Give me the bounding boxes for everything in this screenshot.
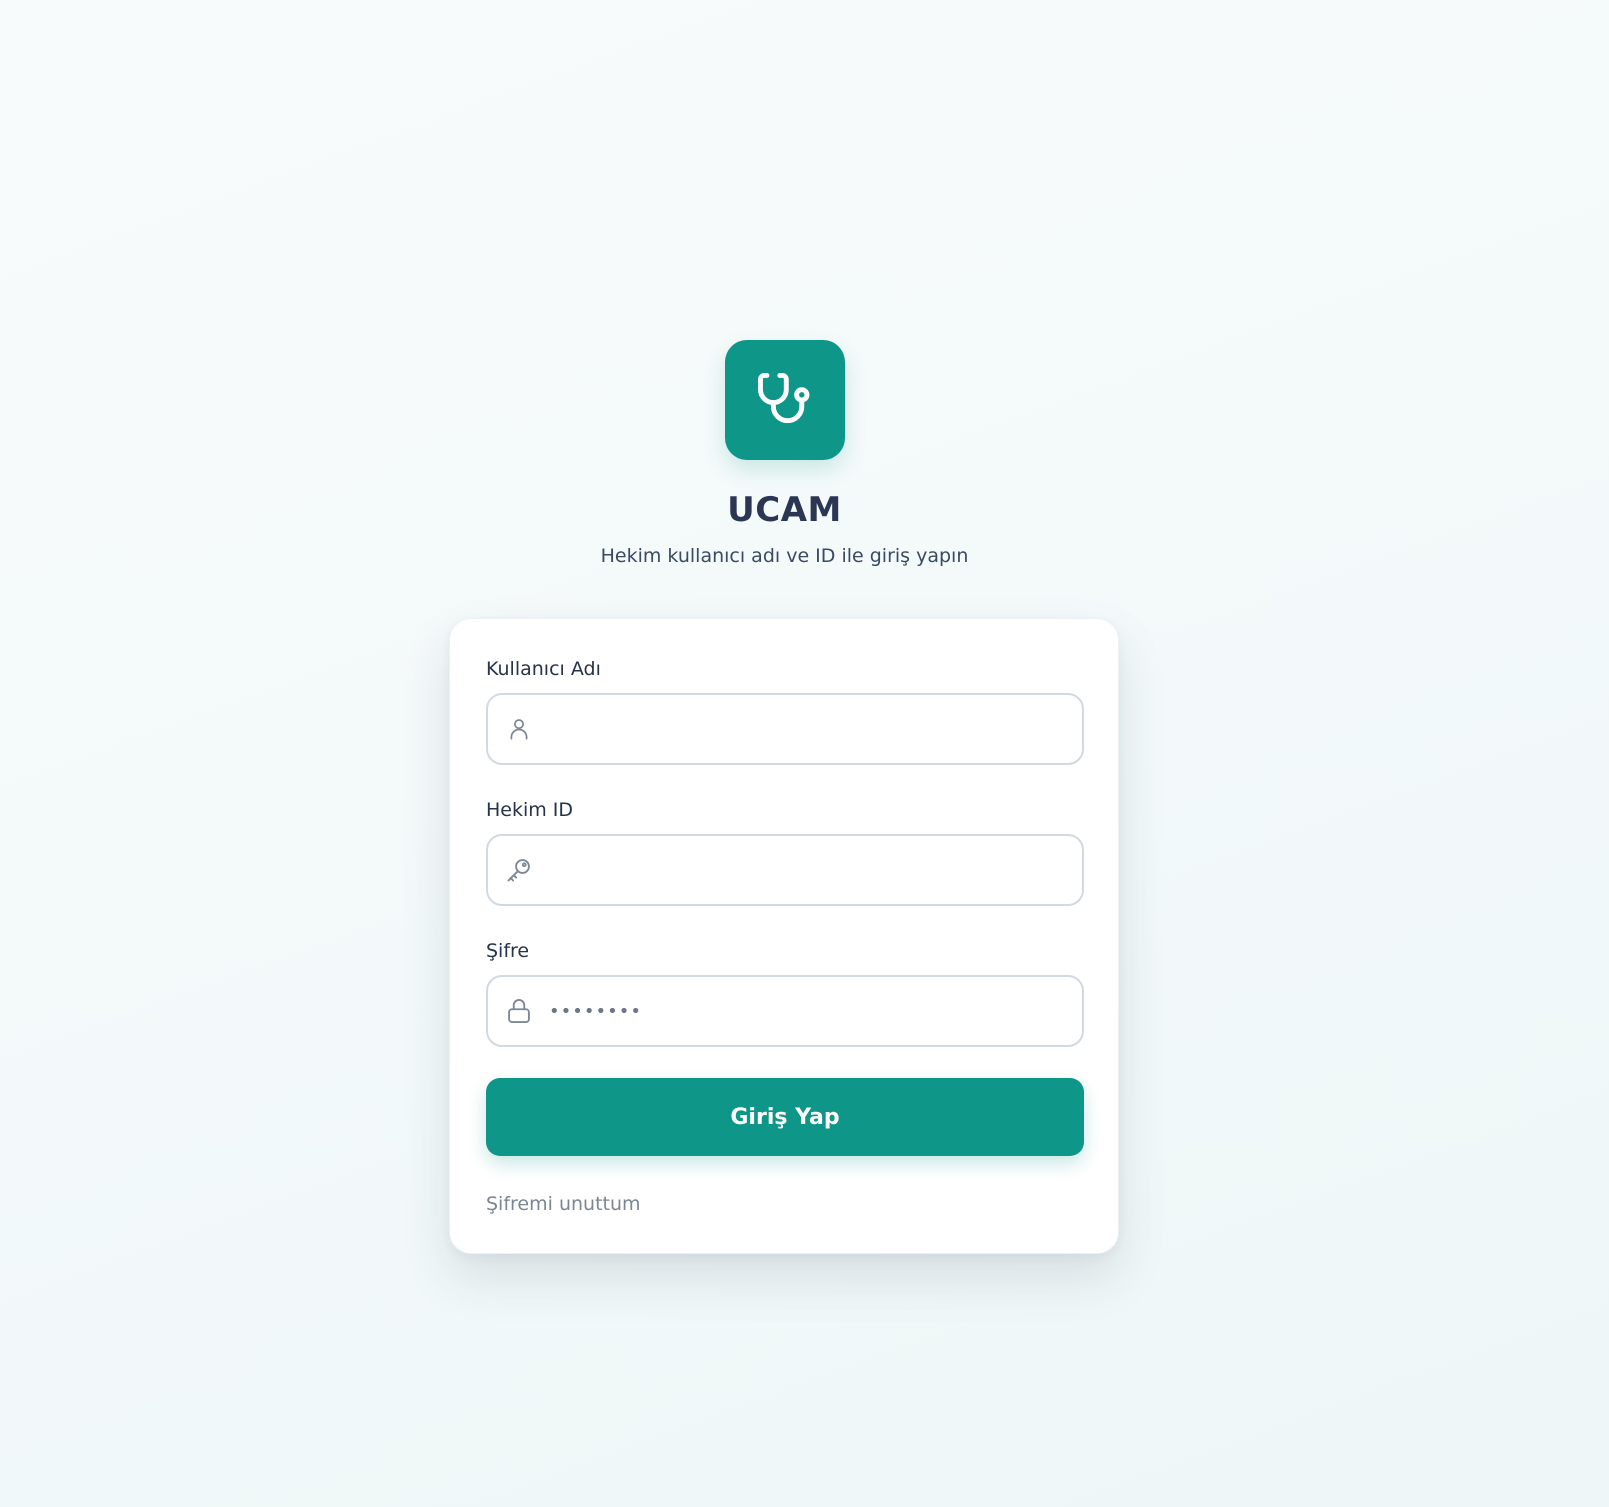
password-label: Şifre [486, 940, 530, 962]
password-field[interactable] [486, 975, 1084, 1047]
login-card: Kullanıcı Adı Hekim ID Şifre Giriş Yap Ş… [449, 618, 1119, 1254]
username-label: Kullanıcı Adı [486, 658, 601, 680]
doctor-id-label: Hekim ID [486, 799, 574, 821]
app-logo [724, 340, 845, 460]
forgot-password-link[interactable]: Şifremi unuttum [486, 1192, 641, 1216]
key-icon [505, 856, 533, 884]
password-input[interactable] [549, 977, 1064, 1045]
doctor-id-input[interactable] [549, 836, 1064, 904]
user-icon [505, 715, 533, 743]
brand-header: UCAM Hekim kullanıcı adı ve ID ile giriş… [0, 340, 1569, 568]
app-title: UCAM [727, 490, 842, 530]
lock-icon [505, 997, 533, 1025]
doctor-id-field[interactable] [486, 834, 1084, 906]
login-button[interactable]: Giriş Yap [486, 1078, 1084, 1156]
login-subtitle: Hekim kullanıcı adı ve ID ile giriş yapı… [600, 545, 969, 567]
username-input[interactable] [549, 695, 1064, 763]
stethoscope-icon [757, 373, 809, 424]
username-field[interactable] [486, 693, 1084, 765]
